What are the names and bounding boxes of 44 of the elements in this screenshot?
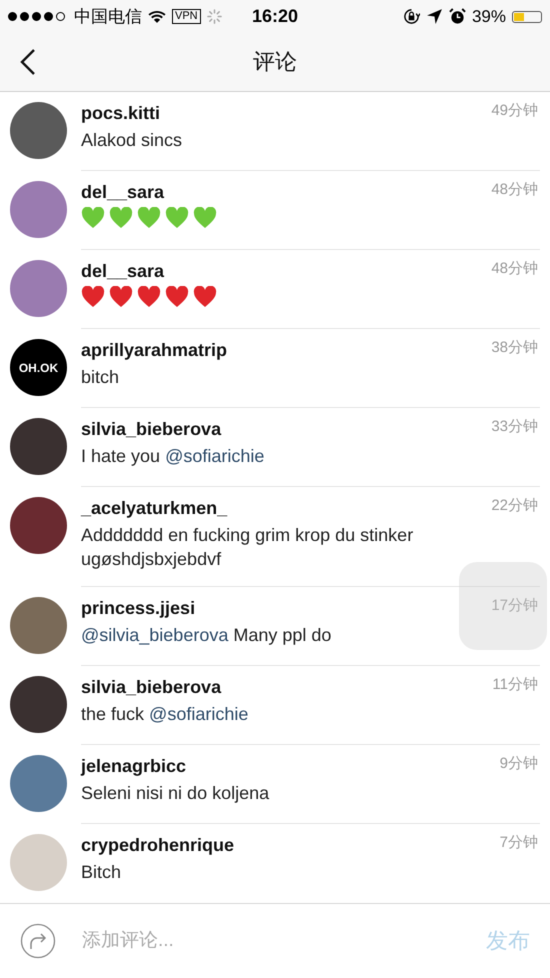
- comment-time: 11分钟: [492, 675, 538, 694]
- username[interactable]: del__sara: [81, 182, 164, 204]
- comment-text: the fuck @sofiarichie: [81, 703, 250, 726]
- carrier-name: 中国电信: [74, 6, 142, 28]
- rotation-lock-icon: [402, 8, 420, 25]
- user-avatar[interactable]: OH.OK: [10, 339, 67, 396]
- username[interactable]: jelenagrbicc: [81, 756, 186, 778]
- comment-text: I hate you @sofiarichie: [81, 445, 266, 468]
- comment-text: Alakod sincs: [81, 129, 184, 152]
- comment-input[interactable]: 添加评论...: [80, 929, 462, 954]
- alarm-clock-icon: [448, 8, 466, 25]
- username[interactable]: _acelyaturkmen_: [81, 498, 228, 520]
- comment-text: bitch: [81, 366, 120, 390]
- battery-percentage: 39%: [472, 6, 506, 26]
- location-arrow-icon: [426, 8, 443, 25]
- comment-text: Seleni nisi ni do koljena: [81, 782, 270, 806]
- comment-time: 48分钟: [491, 180, 538, 200]
- comment-text: @silvia_bieberova Many ppl do: [81, 624, 332, 648]
- comment-time: 17分钟: [491, 596, 538, 616]
- comment-time: 22分钟: [491, 496, 538, 516]
- screen-title: 评论: [253, 48, 297, 76]
- back-chevron-icon[interactable]: [20, 48, 36, 76]
- mention-link[interactable]: @silvia_bieberova: [81, 625, 228, 646]
- comment-time: 9分钟: [500, 754, 538, 774]
- comment-time: 48分钟: [491, 259, 538, 278]
- activity-spinner-icon: [206, 9, 222, 24]
- username[interactable]: silvia_bieberova: [81, 677, 222, 698]
- clock-time: 16:20: [252, 6, 298, 27]
- vpn-indicator: VPN: [172, 9, 201, 24]
- comment-time: 49分钟: [491, 101, 538, 120]
- comment-text: Bitch: [81, 861, 122, 884]
- comment-text: Addddddd en fucking grim krop du stinker ugøshdjsbxjebdvf: [81, 524, 414, 572]
- comment-time: 7分钟: [500, 833, 538, 852]
- username[interactable]: del__sara: [81, 261, 164, 282]
- comment-time: 33分钟: [491, 417, 538, 436]
- username[interactable]: pocs.kitti: [81, 103, 160, 124]
- mention-link[interactable]: @sofiarichie: [149, 704, 248, 724]
- username[interactable]: aprillyarahmatrip: [81, 340, 228, 362]
- mention-link[interactable]: @sofiarichie: [165, 446, 264, 466]
- username[interactable]: princess.jjesi: [81, 598, 196, 620]
- username[interactable]: crypedrohenrique: [81, 835, 234, 856]
- username[interactable]: silvia_bieberova: [81, 419, 222, 440]
- comment-time: 38分钟: [491, 338, 538, 358]
- wifi-icon: [148, 10, 166, 24]
